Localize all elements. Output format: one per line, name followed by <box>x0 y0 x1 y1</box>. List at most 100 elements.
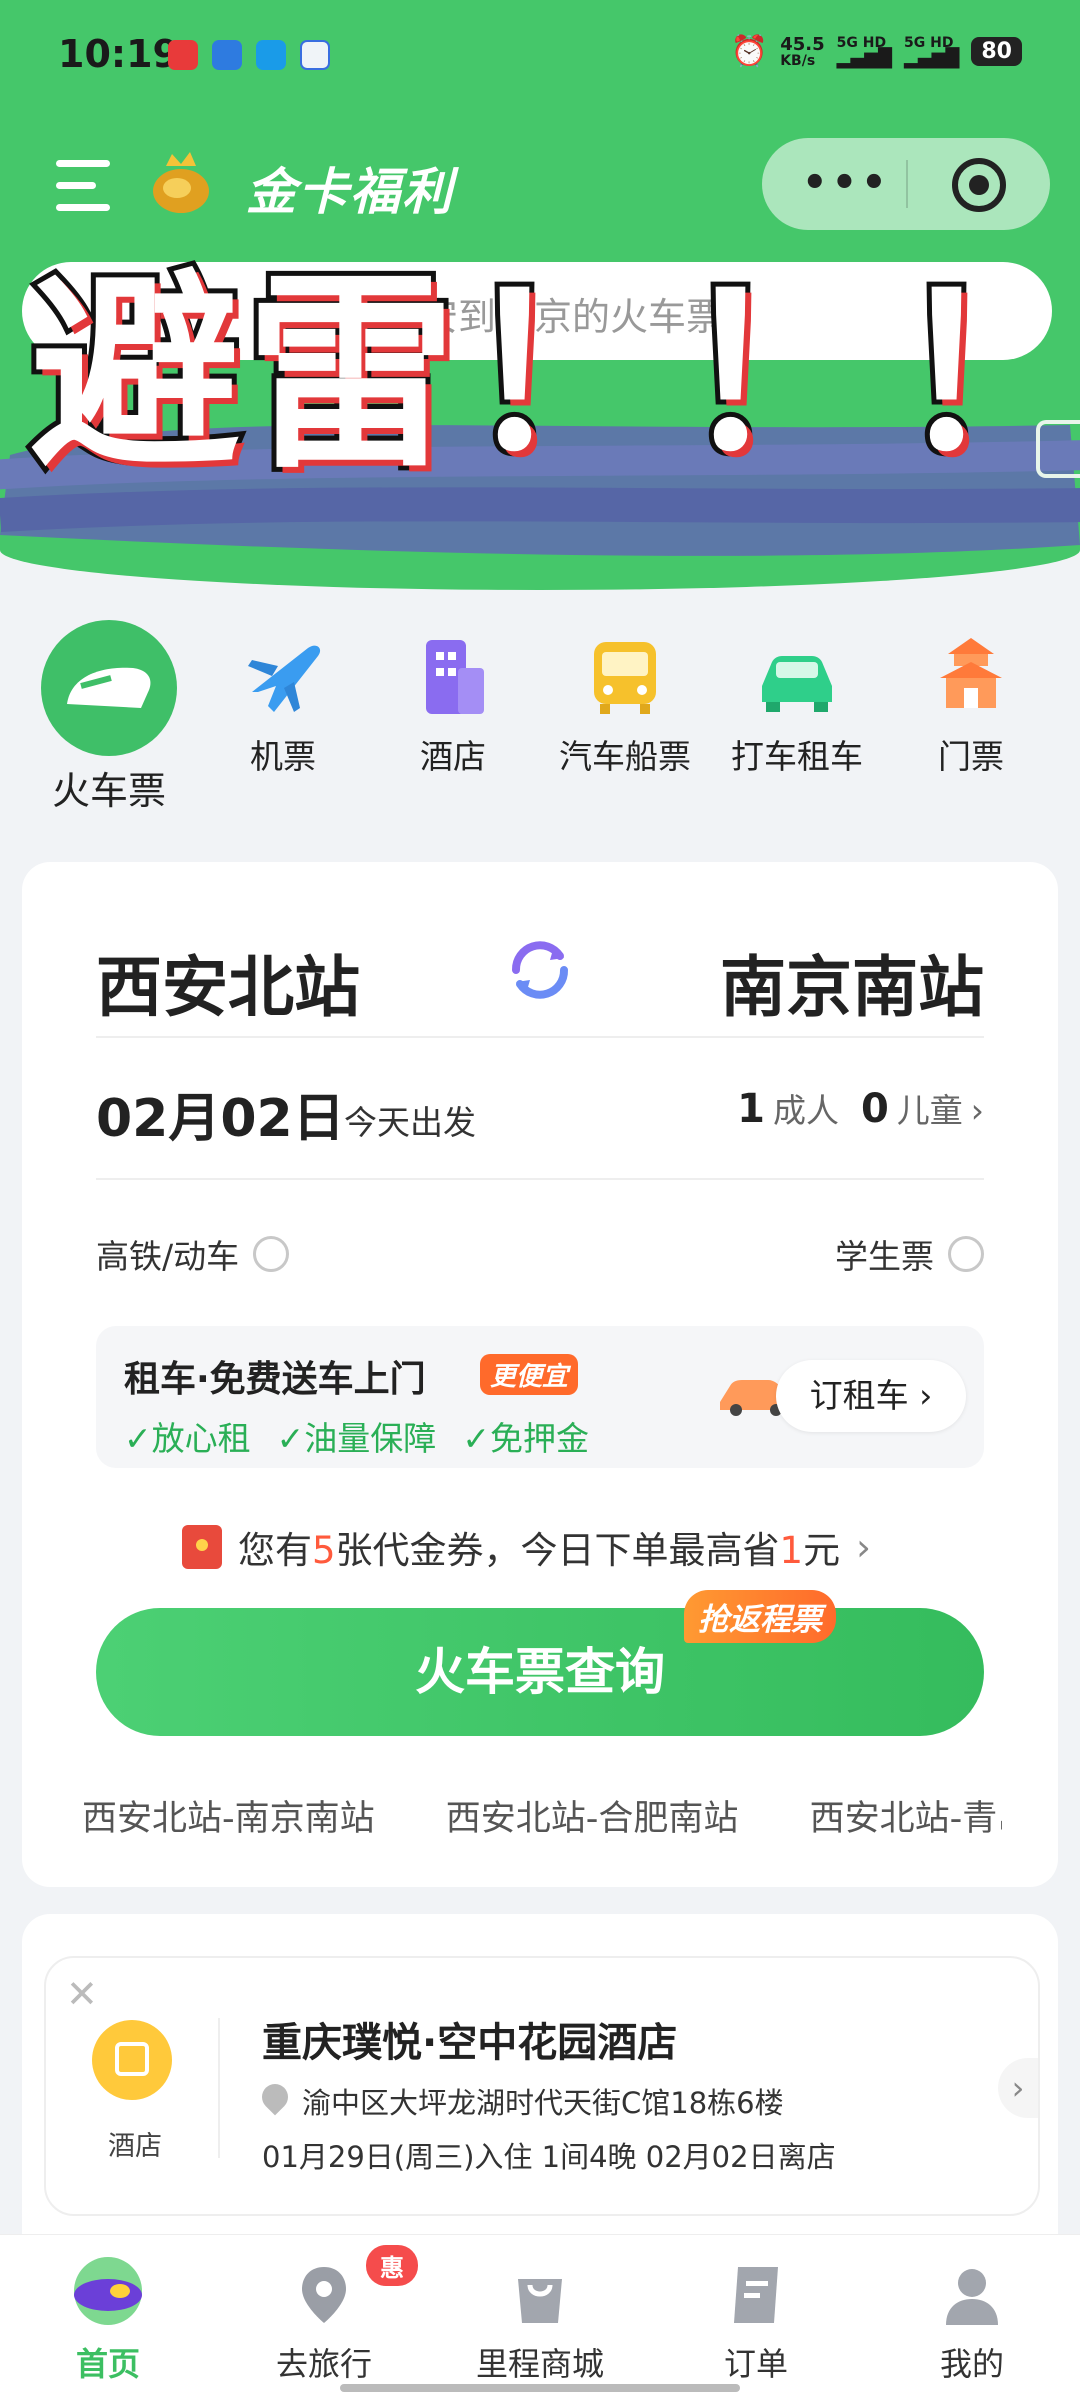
tab-home[interactable]: 首页 <box>0 2235 216 2385</box>
divider <box>218 2018 220 2158</box>
category-row: 火车票 机票 酒店 汽车船票 打车租车 门票 <box>0 620 1080 820</box>
rental-tag: 更便宜 <box>480 1354 579 1395</box>
chevron-right-icon[interactable]: › <box>998 2058 1038 2118</box>
highspeed-label: 高铁/动车 <box>96 1237 240 1276</box>
category-taxi-rental[interactable]: 打车租车 <box>712 620 882 778</box>
coupon-prefix: 您有 <box>238 1529 312 1572</box>
crown-logo-icon <box>153 152 209 213</box>
rental-feature: ✓放心租 <box>124 1419 251 1458</box>
return-ticket-tag: 抢返程票 <box>684 1590 836 1643</box>
chevron-right-icon: › <box>970 1091 984 1130</box>
menu-button[interactable] <box>56 160 116 212</box>
passenger-selector[interactable]: 1 成人 0 儿童 › <box>737 1084 984 1132</box>
hotel-building-icon <box>408 632 498 722</box>
departure-date[interactable]: 02月02日 <box>96 1076 345 1151</box>
category-label: 酒店 <box>420 737 486 776</box>
student-radio[interactable] <box>948 1236 984 1272</box>
rental-title: 租车·免费送车上门 <box>124 1359 426 1400</box>
net-speed: 45.5 <box>780 33 825 55</box>
tab-profile[interactable]: 我的 <box>864 2235 1080 2385</box>
brand-title: 金卡福利 <box>246 163 454 221</box>
close-miniprogram-icon[interactable] <box>952 158 1006 212</box>
app-notification-icon <box>300 40 330 70</box>
shopping-bag-icon <box>508 2263 572 2327</box>
red-packet-icon <box>182 1525 222 1569</box>
home-blimp-icon <box>74 2257 142 2327</box>
arrival-station[interactable]: 南京南站 <box>720 934 984 1030</box>
category-label: 机票 <box>250 737 316 776</box>
hotel-stay-dates: 01月29日(周三)入住 1间4晚 02月02日离店 <box>262 2140 836 2174</box>
history-item[interactable]: 西安北站-青岛 <box>810 1799 1002 1839</box>
temple-icon <box>926 632 1016 722</box>
menu-icon <box>56 160 110 167</box>
alarm-icon: ⏰ <box>730 34 769 69</box>
coupon-count: 5 <box>312 1529 336 1572</box>
tab-label: 去旅行 <box>275 2345 372 2383</box>
bottom-tab-bar: 首页 惠 去旅行 里程商城 订单 我的 <box>0 2234 1080 2401</box>
train-search-button[interactable]: 火车票查询 <box>96 1608 984 1736</box>
highspeed-option[interactable]: 高铁/动车 <box>96 1230 290 1278</box>
hotel-name: 重庆璞悦·空中花园酒店 <box>262 2020 678 2066</box>
rental-feature: ✓免押金 <box>462 1419 589 1458</box>
category-label: 打车租车 <box>731 737 863 776</box>
adult-label: 成人 <box>772 1091 839 1130</box>
category-flight[interactable]: 机票 <box>198 620 368 778</box>
search-history: 西安北站-南京南站 西安北站-合肥南站 西安北站-青岛 <box>82 1790 1002 1840</box>
category-bus-ship[interactable]: 汽车船票 <box>540 620 710 778</box>
child-count: 0 <box>860 1086 889 1132</box>
signal-icon: 5G HD ▂▄▆█ <box>904 34 960 69</box>
signal-icon: 5G HD ▂▄▆█ <box>836 34 892 69</box>
category-tickets[interactable]: 门票 <box>886 620 1056 778</box>
tab-orders[interactable]: 订单 <box>648 2235 864 2385</box>
chevron-right-icon: › <box>919 1376 933 1415</box>
hotel-order-card[interactable]: ✕ 酒店 重庆璞悦·空中花园酒店 渝中区大坪龙湖时代天街C馆18栋6楼 01月2… <box>44 1956 1040 2216</box>
tab-mall[interactable]: 里程商城 <box>432 2235 648 2385</box>
miniprogram-capsule: ••• <box>762 138 1050 230</box>
train-icon <box>41 620 177 756</box>
swap-stations-icon[interactable] <box>502 932 578 1008</box>
category-train[interactable]: 火车票 <box>24 620 194 815</box>
rental-features: ✓放心租 ✓油量保障 ✓免押金 <box>124 1412 589 1460</box>
divider <box>96 1036 984 1038</box>
coupon-notice[interactable]: 您有5张代金券，今日下单最高省1元 › <box>182 1520 871 1574</box>
location-pin-icon <box>292 2263 356 2327</box>
warning-overlay-text: 避雷！！！ <box>25 252 1080 497</box>
profile-icon <box>940 2263 1004 2327</box>
history-item[interactable]: 西安北站-南京南站 <box>82 1799 375 1839</box>
category-label: 汽车船票 <box>559 737 691 776</box>
departure-date-note: 今天出发 <box>344 1103 476 1142</box>
net-speed-unit: KB/s <box>780 52 816 69</box>
location-pin-icon <box>256 2078 294 2116</box>
car-icon <box>752 632 842 722</box>
menu-icon-line <box>56 204 110 211</box>
car-rental-banner[interactable]: 租车·免费送车上门 更便宜 ✓放心租 ✓油量保障 ✓免押金 订租车 › <box>96 1326 984 1468</box>
more-options-icon[interactable]: ••• <box>802 160 891 206</box>
promo-badge: 惠 <box>366 2245 418 2286</box>
category-hotel[interactable]: 酒店 <box>368 620 538 778</box>
plane-icon <box>238 632 328 722</box>
adult-count: 1 <box>737 1086 765 1132</box>
app-notification-icon <box>212 40 242 70</box>
coupon-text: 您有5张代金券，今日下单最高省1元 <box>238 1520 840 1574</box>
rent-car-button-label: 订租车 <box>809 1376 909 1415</box>
coupon-suffix: 元 <box>803 1529 841 1572</box>
status-time: 10:19 <box>58 32 179 76</box>
history-item[interactable]: 西安北站-合肥南站 <box>446 1799 739 1839</box>
category-label: 火车票 <box>51 769 166 813</box>
tab-label: 首页 <box>75 2345 140 2383</box>
departure-station[interactable]: 西安北站 <box>96 934 360 1030</box>
bus-icon <box>580 632 670 722</box>
menu-icon-line <box>56 182 96 189</box>
coupon-amount: 1 <box>779 1529 804 1572</box>
capsule-divider <box>906 160 908 208</box>
highspeed-radio[interactable] <box>253 1236 290 1272</box>
tab-travel[interactable]: 惠 去旅行 <box>216 2235 432 2385</box>
student-option[interactable]: 学生票 <box>835 1230 984 1278</box>
rental-feature: ✓油量保障 <box>276 1419 437 1458</box>
category-label: 门票 <box>938 737 1004 776</box>
student-label: 学生票 <box>835 1237 934 1276</box>
status-bar: 10:19 ⏰ 45.5 KB/s 5G HD ▂▄▆█ 5G HD ▂▄▆█ … <box>58 28 1022 84</box>
close-icon[interactable]: ✕ <box>66 1972 98 2016</box>
rent-car-button[interactable]: 订租车 › <box>776 1360 966 1432</box>
battery-indicator: 80 <box>971 37 1022 66</box>
